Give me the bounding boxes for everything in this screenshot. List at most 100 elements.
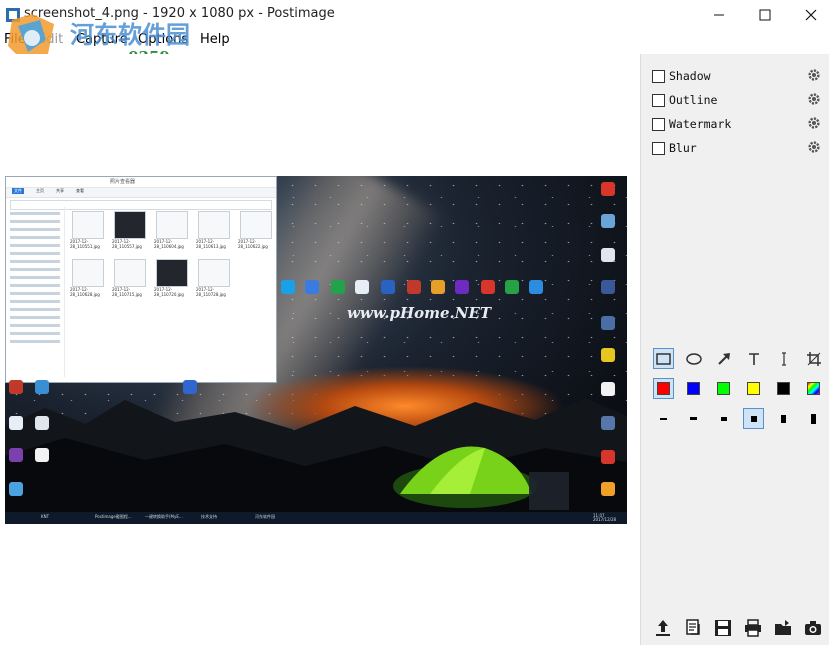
effect-blur[interactable]: Blur (652, 141, 822, 157)
width-5[interactable] (773, 408, 794, 429)
width-1[interactable] (653, 408, 674, 429)
color-blue[interactable] (683, 378, 704, 399)
blur-checkbox[interactable] (652, 142, 665, 155)
file-thumbnail (72, 259, 104, 287)
file-thumbnail (114, 259, 146, 287)
close-button[interactable] (788, 0, 829, 30)
file-name: 2017-12-28_110622.jpg (238, 239, 268, 249)
gear-icon[interactable] (807, 92, 821, 106)
gear-icon[interactable] (807, 68, 821, 82)
desktop-app-icon (9, 416, 23, 430)
file-name: 2017-12-28_110728.jpg (196, 287, 226, 297)
line-width-icon (720, 416, 727, 421)
ellipse-icon (685, 352, 702, 365)
copy-document-icon[interactable] (683, 618, 703, 638)
color-custom[interactable] (803, 378, 824, 399)
line-width-icon (660, 417, 667, 420)
arrow-tool[interactable] (713, 348, 734, 369)
cursor-text-icon (781, 351, 786, 366)
explorer-tab-file: 文件 (12, 188, 24, 194)
print-icon[interactable] (743, 618, 763, 638)
file-name: 2017-12-28_110613.jpg (196, 239, 226, 249)
taskbar-item: 一键转换助手(MyE... (145, 514, 183, 519)
desktop-app-icon (35, 380, 49, 394)
desktop-app-icon (601, 214, 615, 228)
upload-icon[interactable] (653, 618, 673, 638)
file-thumbnail (198, 211, 230, 239)
width-6[interactable] (803, 408, 824, 429)
color-swatch (747, 382, 760, 395)
color-black[interactable] (773, 378, 794, 399)
desktop-app-icon (9, 448, 23, 462)
file-thumbnail (72, 211, 104, 239)
file-name: 2017-12-28_110628.jpg (70, 287, 100, 297)
taskbar-item: 技术支持 (201, 514, 217, 519)
line-width-icon (781, 414, 786, 423)
effect-outline[interactable]: Outline (652, 93, 822, 109)
rectangle-tool[interactable] (653, 348, 674, 369)
taskbar-item: 河东软件园 (255, 514, 275, 519)
desktop-app-icon (35, 416, 49, 430)
gear-icon[interactable] (807, 140, 821, 154)
effect-label: Blur (669, 141, 697, 155)
desktop-app-icon (9, 380, 23, 394)
minimize-icon (714, 14, 724, 16)
maximize-button[interactable] (742, 0, 788, 30)
crop-tool[interactable] (803, 348, 824, 369)
color-swatch (657, 382, 670, 395)
save-icon[interactable] (713, 618, 733, 638)
line-width-icon (690, 417, 697, 420)
width-3[interactable] (713, 408, 734, 429)
desktop-app-icon (601, 348, 615, 362)
text-tool[interactable] (743, 348, 764, 369)
taskbar-item: Postimage截图程... (95, 514, 132, 519)
taskbar-item: KNT (41, 514, 50, 519)
camera-icon[interactable] (803, 618, 823, 638)
color-yellow[interactable] (743, 378, 764, 399)
explorer-title: 照片查看器 (110, 179, 136, 185)
effect-watermark[interactable]: Watermark (652, 117, 822, 133)
explorer-nav-pane (6, 207, 65, 377)
desktop-app-icon (601, 450, 615, 464)
minimize-button[interactable] (696, 0, 742, 30)
menu-help[interactable]: Help (200, 32, 230, 47)
shadow-checkbox[interactable] (652, 70, 665, 83)
desktop-app-icon (601, 482, 615, 496)
desktop-app-icon (431, 280, 445, 294)
color-red[interactable] (653, 378, 674, 399)
desktop-app-icon (331, 280, 345, 294)
maximize-icon (759, 9, 771, 21)
gear-icon[interactable] (807, 116, 821, 130)
outline-checkbox[interactable] (652, 94, 665, 107)
tray-popup (529, 472, 569, 510)
color-picker-icon (807, 382, 820, 395)
desktop-app-icon (281, 280, 295, 294)
file-name: 2017-12-28_110557.jpg (112, 239, 142, 249)
file-name: 2017-12-28_110604.jpg (154, 239, 184, 249)
taskbar-clock: 11:07 2017/12/28 (593, 513, 617, 522)
ellipse-tool[interactable] (683, 348, 704, 369)
crop-icon (806, 351, 821, 366)
width-2[interactable] (683, 408, 704, 429)
desktop-app-icon (601, 248, 615, 262)
effect-shadow[interactable]: Shadow (652, 69, 822, 85)
screenshot-image: 照片查看器 文件 主页 共享 查看 2017-12-28_110551.jpg … (5, 176, 627, 524)
desktop-app-icon (505, 280, 519, 294)
open-folder-icon[interactable] (773, 618, 793, 638)
image-canvas[interactable]: 照片查看器 文件 主页 共享 查看 2017-12-28_110551.jpg … (0, 54, 637, 645)
screenshot-center-watermark: www.pHome.NET (347, 304, 492, 322)
desktop-app-icon (381, 280, 395, 294)
desktop-app-icon (601, 416, 615, 430)
color-green[interactable] (713, 378, 734, 399)
color-swatch (717, 382, 730, 395)
width-4[interactable] (743, 408, 764, 429)
text-cursor-tool[interactable] (773, 348, 794, 369)
glowing-tent (393, 446, 537, 508)
file-name: 2017-12-28_110720.jpg (154, 287, 184, 297)
desktop-app-icon (455, 280, 469, 294)
watermark-checkbox[interactable] (652, 118, 665, 131)
explorer-window: 照片查看器 文件 主页 共享 查看 2017-12-28_110551.jpg … (5, 176, 277, 383)
explorer-title-bar: 照片查看器 (6, 177, 276, 188)
desktop-app-icon (601, 182, 615, 196)
file-name: 2017-12-28_110715.jpg (112, 287, 142, 297)
